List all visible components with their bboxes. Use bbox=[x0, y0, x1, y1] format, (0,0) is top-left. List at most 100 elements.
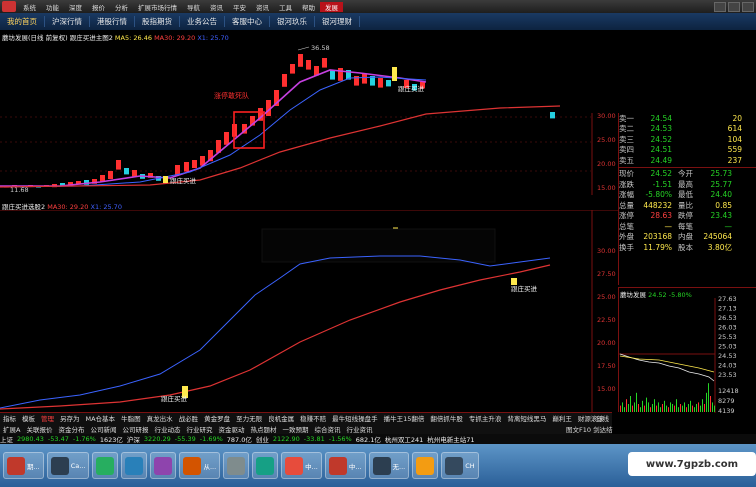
stat-value-2: 0.85 bbox=[715, 200, 732, 210]
taskbar-button[interactable]: Ca... bbox=[46, 452, 90, 479]
stat-label-2: 量比 bbox=[678, 200, 693, 210]
indicator-tab[interactable]: 管理 bbox=[38, 413, 57, 423]
menu-item[interactable]: 资讯 bbox=[205, 2, 228, 12]
extension-tab[interactable]: 行业资讯 bbox=[343, 424, 375, 434]
taskbar-button[interactable]: 从... bbox=[179, 452, 221, 479]
indicator-tab[interactable]: 播牛王15翻倍 bbox=[381, 413, 428, 423]
extension-tab[interactable]: 行业研究 bbox=[183, 424, 215, 434]
close-icon[interactable] bbox=[742, 1, 754, 12]
stat-value: 28.63 bbox=[650, 211, 672, 221]
indicator-tab[interactable]: 专抓主升浪 bbox=[466, 413, 505, 423]
y-tick-label: 25.00 bbox=[597, 136, 616, 144]
taskbar-button[interactable] bbox=[92, 452, 119, 479]
taskbar-button[interactable] bbox=[223, 452, 250, 479]
extension-tab[interactable]: 热点题材 bbox=[247, 424, 279, 434]
indicator-tab[interactable]: 良机金属 bbox=[265, 413, 297, 423]
stat-label: 涨跌 bbox=[619, 179, 634, 189]
indicator-tab[interactable]: 稳赚不赔 bbox=[297, 413, 329, 423]
taskbar-button[interactable] bbox=[252, 452, 279, 479]
menu-item[interactable]: 发展 bbox=[320, 1, 343, 12]
menu-item[interactable]: 报价 bbox=[87, 2, 110, 12]
indicator-tab[interactable]: 牛脂图 bbox=[118, 413, 144, 423]
taskbar-button[interactable] bbox=[150, 452, 177, 479]
extension-tab[interactable]: 行业动态 bbox=[151, 424, 183, 434]
indicator-tab[interactable]: 巅利王 bbox=[549, 413, 575, 423]
ask-volume: 20 bbox=[732, 113, 742, 123]
minimize-icon[interactable] bbox=[714, 1, 726, 12]
intraday-volume-bar bbox=[710, 396, 711, 412]
indicator-tab[interactable]: 模板 bbox=[19, 413, 38, 423]
indicator-tab[interactable]: 黄金罗盘 bbox=[201, 413, 233, 423]
y-tick-label: 20.00 bbox=[597, 160, 616, 168]
taskbar-button[interactable] bbox=[121, 452, 148, 479]
y-tick-label: 27.50 bbox=[597, 270, 616, 278]
indicator-tab[interactable]: 另存为 bbox=[57, 413, 83, 423]
nav-tab[interactable]: 港股行情 bbox=[90, 16, 135, 27]
extension-tab[interactable]: 一致预期 bbox=[279, 424, 311, 434]
nav-tab[interactable]: 银河理财 bbox=[315, 16, 360, 27]
indicator-tab[interactable]: 指标 bbox=[0, 413, 19, 423]
ask-label: 卖一 bbox=[619, 113, 634, 123]
extension-tab[interactable]: 公司研报 bbox=[119, 424, 151, 434]
intraday-volume-bar bbox=[684, 402, 685, 412]
taskbar-label: 期... bbox=[27, 462, 40, 471]
nav-tab[interactable]: 股指期货 bbox=[135, 16, 180, 27]
sub-chart[interactable]: 跟庄买进 跟庄买进 30.00 27.50 25.00 22.50 20.00 17.50… bbox=[0, 210, 618, 412]
extension-tab[interactable]: 资金驱动 bbox=[215, 424, 247, 434]
taskbar-button[interactable] bbox=[412, 452, 439, 479]
ask-price: 24.54 bbox=[650, 113, 672, 123]
taskbar-label: CH bbox=[465, 461, 475, 470]
menu-item[interactable]: 系统 bbox=[18, 2, 41, 12]
menu-item[interactable]: 扩展市场行情 bbox=[133, 2, 182, 12]
menu-item[interactable]: 工具 bbox=[274, 2, 297, 12]
indicator-tab[interactable]: 翻倍抓牛股 bbox=[427, 413, 466, 423]
nav-tab[interactable]: 我的首页 bbox=[0, 16, 45, 27]
indicator-tab[interactable]: 最牛短线操盘手 bbox=[329, 413, 381, 423]
nav-tab[interactable]: 银河玖乐 bbox=[270, 16, 315, 27]
menu-item[interactable]: 功能 bbox=[41, 2, 64, 12]
indicator-tab[interactable]: 战必胜 bbox=[176, 413, 202, 423]
stat-row: 现价 24.52 今开 25.73 bbox=[619, 169, 756, 180]
extension-tab[interactable]: 公司新闻 bbox=[87, 424, 119, 434]
y-tick-label: 4139 bbox=[718, 407, 735, 413]
extension-tab[interactable]: 资金分布 bbox=[55, 424, 87, 434]
index-ticker-item: -33.81 bbox=[303, 435, 325, 443]
ask-row: 卖五 24.49 237 bbox=[619, 155, 756, 166]
stat-row: 涨幅 -5.80% 最低 24.40 bbox=[619, 190, 756, 201]
menu-item[interactable]: 资讯 bbox=[251, 2, 274, 12]
taskbar-button[interactable]: 中... bbox=[281, 452, 322, 479]
index-ticker-item: 3220.29 bbox=[143, 435, 171, 443]
menu-item[interactable]: 导航 bbox=[182, 2, 205, 12]
taskbar-button[interactable]: 期... bbox=[3, 452, 44, 479]
menu-item[interactable]: 平安 bbox=[228, 2, 251, 12]
intraday-volume-bar bbox=[636, 392, 637, 412]
intraday-volume-bar bbox=[698, 402, 699, 412]
f10-label[interactable]: 图文F10 剑达结 bbox=[566, 424, 613, 434]
indicator-tab[interactable]: MA仓基本 bbox=[83, 413, 119, 423]
extension-tab[interactable]: 关联报价 bbox=[23, 424, 55, 434]
extension-tab[interactable]: 扩展A bbox=[0, 424, 23, 434]
sub-red-line bbox=[0, 264, 551, 410]
intraday-volume-bar bbox=[652, 404, 653, 412]
stat-row: 总笔 — 每笔 — bbox=[619, 221, 756, 232]
period-label[interactable]: 日线 bbox=[596, 413, 609, 423]
taskbar-button[interactable]: CH bbox=[441, 452, 479, 479]
indicator-tab[interactable]: 至力无限 bbox=[233, 413, 265, 423]
nav-tab[interactable]: 业务公告 bbox=[180, 16, 225, 27]
menu-item[interactable]: 分析 bbox=[110, 2, 133, 12]
main-chart[interactable]: 涨停敢死队 36.58 11.68 跟庄买进 跟庄买进 30.00 25.00 20… bbox=[0, 40, 618, 195]
nav-tab[interactable]: 沪深行情 bbox=[45, 16, 90, 27]
indicator-tab[interactable]: 背离短线黑马 bbox=[504, 413, 549, 423]
indicator-tab[interactable]: 真龙出水 bbox=[144, 413, 176, 423]
extension-tab[interactable]: 综合资讯 bbox=[311, 424, 343, 434]
index-ticker-bar: 上证 2980.43 -53.47 -1.76% 1623亿 沪深 3220.29 -55.3… bbox=[0, 434, 756, 444]
index-ticker-item: -53.47 bbox=[47, 435, 69, 443]
taskbar-button[interactable]: 中... bbox=[324, 452, 366, 479]
intraday-panel[interactable]: 蘑坊发展 24.52 -5.80% 27.63 27.13 26.53 26.03 25… bbox=[618, 287, 756, 413]
maximize-icon[interactable] bbox=[728, 1, 740, 12]
taskbar-button[interactable]: 无... bbox=[368, 452, 410, 479]
candle bbox=[386, 80, 391, 87]
menu-item[interactable]: 深度 bbox=[64, 2, 87, 12]
nav-tab[interactable]: 客服中心 bbox=[225, 16, 270, 27]
menu-item[interactable]: 帮助 bbox=[297, 2, 320, 12]
